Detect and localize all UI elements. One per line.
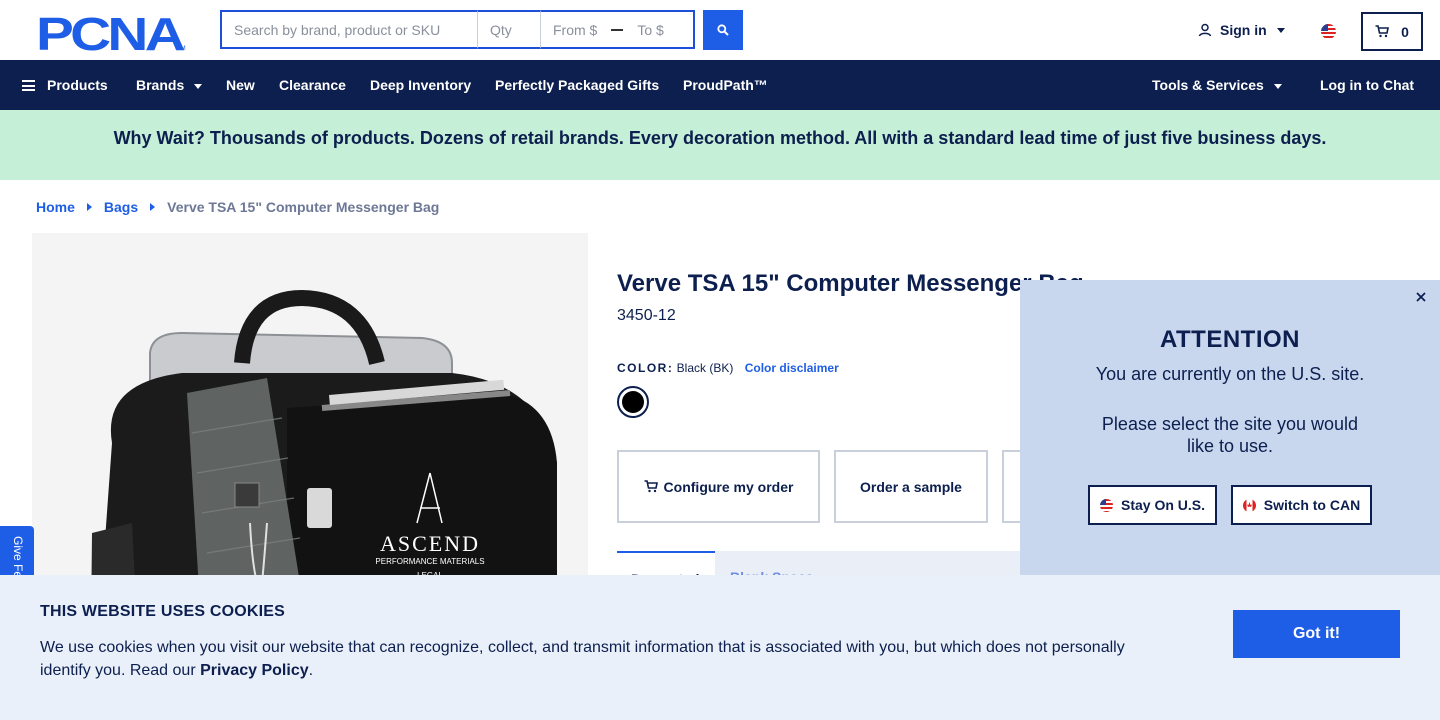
imprint-sub: PERFORMANCE MATERIALS bbox=[375, 557, 484, 566]
popup-title: ATTENTION bbox=[1159, 326, 1301, 353]
product-sku: 3450-12 bbox=[617, 307, 676, 324]
nav-clearance[interactable]: Clearance bbox=[279, 77, 346, 93]
nav-new[interactable]: New bbox=[226, 77, 255, 93]
product-title: Verve TSA 15" Computer Messenger Bag bbox=[617, 270, 1084, 297]
nav-deep-inventory[interactable]: Deep Inventory bbox=[370, 77, 471, 93]
nav-tools-label: Tools & Services bbox=[1152, 77, 1264, 93]
stay-us-button[interactable]: Stay On U.S. bbox=[1088, 485, 1217, 525]
nav-products[interactable]: Products bbox=[22, 77, 108, 93]
switch-can-button[interactable]: Switch to CAN bbox=[1231, 485, 1372, 525]
price-range[interactable]: From $ To $ bbox=[541, 10, 695, 49]
order-sample-button[interactable]: Order a sample bbox=[834, 450, 988, 523]
color-swatch-black[interactable] bbox=[617, 386, 649, 418]
chevron-right-icon bbox=[150, 203, 156, 211]
us-flag-icon bbox=[1099, 498, 1113, 512]
chevron-down-icon bbox=[194, 83, 203, 89]
cookie-title: THIS WEBSITE USES COOKIES bbox=[40, 603, 286, 620]
cookie-banner: THIS WEBSITE USES COOKIES We use cookies… bbox=[0, 575, 1440, 720]
nav-brands-label: Brands bbox=[136, 77, 185, 93]
breadcrumb-current: Verve TSA 15" Computer Messenger Bag bbox=[167, 199, 440, 215]
sign-in-label: Sign in bbox=[1220, 22, 1267, 38]
cookie-end: . bbox=[308, 662, 314, 679]
sample-label: Order a sample bbox=[860, 478, 962, 495]
stay-us-label: Stay On U.S. bbox=[1120, 497, 1206, 513]
site-header: PCNA TM From $ To $ Sign in bbox=[0, 0, 1440, 60]
cart-icon bbox=[644, 480, 658, 493]
nav-chat[interactable]: Log in to Chat bbox=[1320, 77, 1414, 93]
pcna-logo[interactable]: PCNA TM bbox=[36, 12, 186, 52]
color-row: COLOR: Black (BK) Color disclaimer bbox=[617, 361, 839, 375]
imprint-brand: ASCEND bbox=[380, 531, 480, 556]
swatch-fill bbox=[622, 391, 644, 413]
search-form: From $ To $ bbox=[220, 10, 695, 50]
sign-in-menu[interactable]: Sign in bbox=[1198, 22, 1285, 38]
menu-icon bbox=[22, 80, 35, 91]
privacy-policy-link[interactable]: Privacy Policy bbox=[200, 662, 309, 679]
user-icon bbox=[1198, 23, 1212, 37]
chevron-down-icon bbox=[1276, 27, 1285, 33]
search-button[interactable] bbox=[703, 10, 743, 50]
price-to-field[interactable]: To $ bbox=[637, 22, 663, 38]
breadcrumb-bags[interactable]: Bags bbox=[104, 199, 138, 215]
nav-proudpath[interactable]: ProudPath™ bbox=[683, 77, 768, 93]
color-label: COLOR: bbox=[617, 361, 674, 375]
chevron-down-icon bbox=[1273, 83, 1282, 89]
price-from-field[interactable]: From $ bbox=[553, 22, 597, 38]
range-dash bbox=[611, 28, 624, 31]
popup-instruction: Please select the site you would like to… bbox=[1101, 414, 1359, 456]
nav-gifts[interactable]: Perfectly Packaged Gifts bbox=[495, 77, 659, 93]
cookie-accept-button[interactable]: Got it! bbox=[1233, 610, 1400, 658]
cart-icon bbox=[1375, 25, 1390, 38]
nav-brands[interactable]: Brands bbox=[136, 77, 203, 93]
promo-text: Why Wait? Thousands of products. Dozens … bbox=[113, 127, 1327, 148]
promo-banner: Why Wait? Thousands of products. Dozens … bbox=[0, 110, 1440, 180]
popup-message: You are currently on the U.S. site. bbox=[1095, 364, 1365, 384]
svg-text:PCNA: PCNA bbox=[36, 12, 184, 52]
breadcrumb-home[interactable]: Home bbox=[36, 199, 75, 215]
site-select-popup: ATTENTION You are currently on the U.S. … bbox=[1020, 280, 1440, 580]
close-icon[interactable] bbox=[1412, 288, 1430, 306]
search-input[interactable] bbox=[220, 10, 478, 49]
chevron-right-icon bbox=[86, 203, 92, 211]
configure-label: Configure my order bbox=[663, 478, 794, 495]
us-flag-icon[interactable] bbox=[1321, 24, 1336, 39]
cookie-text: We use cookies when you visit our websit… bbox=[40, 636, 1150, 682]
main-nav: Products Brands New Clearance Deep Inven… bbox=[0, 60, 1440, 110]
nav-tools-services[interactable]: Tools & Services bbox=[1152, 77, 1282, 93]
color-disclaimer-link[interactable]: Color disclaimer bbox=[745, 361, 839, 375]
search-icon bbox=[717, 24, 729, 36]
configure-order-button[interactable]: Configure my order bbox=[617, 450, 820, 523]
qty-input[interactable] bbox=[478, 10, 541, 49]
color-value: Black (BK) bbox=[676, 361, 734, 375]
switch-can-label: Switch to CAN bbox=[1263, 497, 1361, 513]
cart-button[interactable]: 0 bbox=[1361, 12, 1423, 51]
cart-count: 0 bbox=[1401, 23, 1409, 40]
breadcrumb: Home Bags Verve TSA 15" Computer Messeng… bbox=[36, 199, 439, 215]
svg-text:TM: TM bbox=[177, 46, 186, 52]
canada-flag-icon bbox=[1242, 498, 1256, 512]
nav-products-label: Products bbox=[47, 77, 108, 93]
